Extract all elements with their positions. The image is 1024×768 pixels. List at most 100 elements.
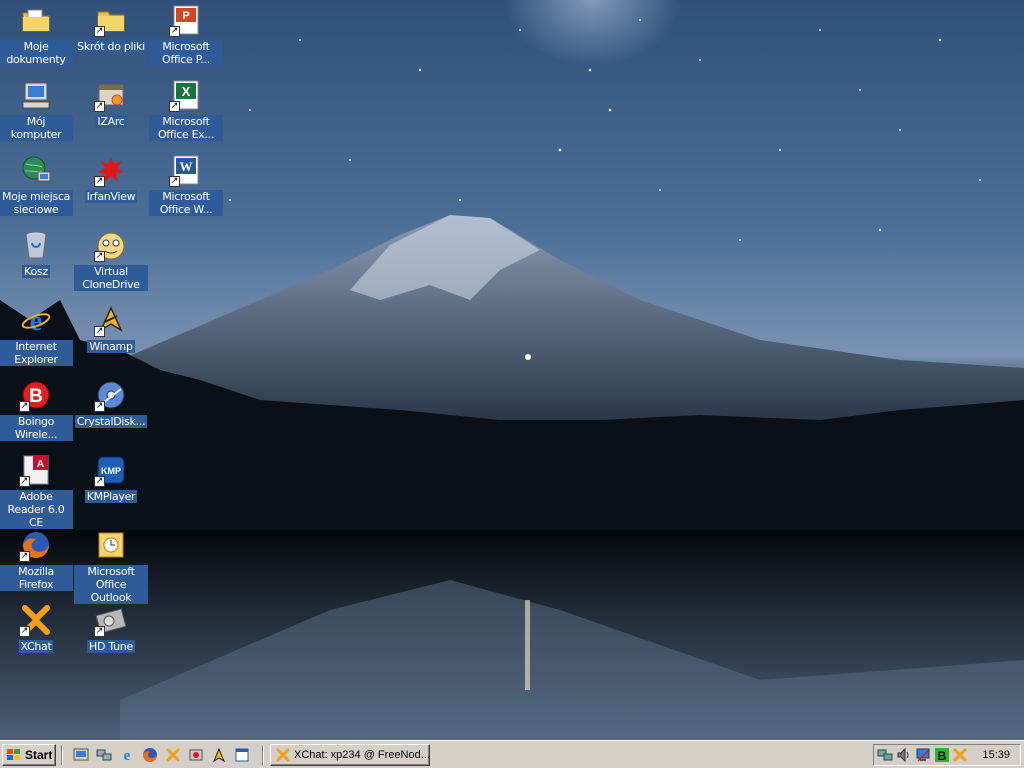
desktop-icon-skrot-do-pliki[interactable]: ↗ Skrót do pliki	[73, 4, 149, 53]
kmplayer-icon: KMP ↗	[94, 454, 127, 487]
shortcut-arrow-icon: ↗	[19, 401, 30, 412]
desktop-icon-label: Skrót do pliki	[75, 40, 147, 53]
desktop-icon-label: Adobe Reader 6.0 CE	[0, 490, 73, 529]
desktop-icon-label: Virtual CloneDrive	[74, 265, 148, 291]
start-label: Start	[25, 748, 53, 762]
quicklaunch-irfanview-icon[interactable]	[187, 747, 205, 763]
powerpoint-icon: P ↗	[169, 4, 202, 37]
boingo-icon: B ↗	[19, 379, 52, 412]
desktop-icon-label: HD Tune	[87, 640, 135, 653]
desktop-icon-label: Kosz	[22, 265, 50, 278]
desktop-icon-izarc[interactable]: ↗ IZArc	[73, 79, 149, 128]
izarc-icon: ↗	[94, 79, 127, 112]
excel-icon: X ↗	[169, 79, 202, 112]
xchat-icon: ↗	[19, 604, 52, 637]
desktop-icon-label: Microsoft Office W...	[149, 190, 223, 216]
start-button[interactable]: Start	[2, 744, 56, 766]
hdtune-icon: ↗	[94, 604, 127, 637]
shortcut-arrow-icon: ↗	[169, 101, 180, 112]
windows-logo-icon	[7, 749, 20, 760]
shortcut-arrow-icon: ↗	[94, 476, 105, 487]
recycle-bin-icon	[20, 229, 52, 261]
shortcut-arrow-icon: ↗	[19, 551, 30, 562]
my-computer-icon	[20, 79, 52, 111]
adobe-reader-icon: A ↗	[19, 454, 52, 487]
quicklaunch-internet-explorer-icon[interactable]: e	[118, 747, 136, 763]
shortcut-arrow-icon: ↗	[19, 476, 30, 487]
desktop-icon-virtual-clonedrive[interactable]: ↗ Virtual CloneDrive	[73, 229, 149, 291]
desktop-icon-winamp[interactable]: ↗ Winamp	[73, 304, 149, 353]
clock[interactable]: 15:39	[982, 749, 1010, 761]
desktop-icon-kosz[interactable]: Kosz	[0, 229, 74, 278]
shortcut-arrow-icon: ↗	[94, 26, 105, 37]
desktop-icon-kmplayer[interactable]: KMP ↗ KMPlayer	[73, 454, 149, 503]
tray-display-icon[interactable]	[915, 747, 931, 763]
svg-text:A: A	[37, 459, 44, 470]
taskbar-button-label: XChat: xp234 @ FreeNod...	[294, 749, 430, 761]
desktop-icon-adobe-reader[interactable]: A ↗ Adobe Reader 6.0 CE	[0, 454, 74, 529]
desktop-icon-moje-miejsca-sieciowe[interactable]: Moje miejsca sieciowe	[0, 154, 74, 216]
desktop-icon-microsoft-office-outlook[interactable]: Microsoft Office Outlook	[73, 529, 149, 604]
shortcut-arrow-icon: ↗	[94, 176, 105, 187]
network-places-icon	[20, 154, 52, 186]
system-tray: B 15:39	[873, 744, 1021, 766]
quicklaunch-firefox-icon[interactable]	[141, 747, 159, 763]
tray-volume-icon[interactable]	[896, 747, 912, 763]
quicklaunch-show-desktop-icon[interactable]	[72, 747, 90, 763]
tray-network-icon[interactable]	[877, 747, 893, 763]
desktop-icon-label: Moje miejsca sieciowe	[0, 190, 73, 216]
irfanview-icon: ↗	[94, 154, 127, 187]
virtual-clonedrive-icon: ↗	[94, 229, 127, 262]
desktop-icon-label: IZArc	[95, 115, 127, 128]
svg-text:X: X	[182, 84, 191, 99]
taskbar-button-xchat[interactable]: XChat: xp234 @ FreeNod...	[270, 744, 430, 766]
svg-text:e: e	[124, 748, 131, 763]
desktop-icon-mozilla-firefox[interactable]: ↗ Mozilla Firefox	[0, 529, 74, 591]
taskbar-separator	[262, 745, 264, 765]
desktop-icon-label: Microsoft Office Outlook	[74, 565, 148, 604]
firefox-icon: ↗	[19, 529, 52, 562]
svg-text:W: W	[180, 159, 193, 174]
desktop-icon-irfanview[interactable]: ↗ IrfanView	[73, 154, 149, 203]
svg-text:P: P	[182, 10, 189, 22]
desktop-icon-internet-explorer[interactable]: e Internet Explorer	[0, 304, 74, 366]
quicklaunch-window-icon[interactable]	[233, 747, 251, 763]
svg-text:B: B	[938, 749, 947, 763]
desktop-icon-moj-komputer[interactable]: Mój komputer	[0, 79, 74, 141]
desktop-icon-microsoft-office-excel[interactable]: X ↗ Microsoft Office Ex...	[148, 79, 224, 141]
shortcut-arrow-icon: ↗	[169, 176, 180, 187]
quicklaunch-network-icon[interactable]	[95, 747, 113, 763]
desktop-icon-crystaldisk[interactable]: ↗ CrystalDisk...	[73, 379, 149, 428]
shortcut-arrow-icon: ↗	[94, 401, 105, 412]
quicklaunch-xchat-icon[interactable]	[164, 747, 182, 763]
tray-xchat-icon[interactable]	[952, 747, 968, 763]
outlook-icon	[95, 529, 127, 561]
desktop-icon-moje-dokumenty[interactable]: Moje dokumenty	[0, 4, 74, 66]
svg-text:B: B	[29, 386, 43, 407]
desktop-icon-label: Microsoft Office Ex...	[149, 115, 223, 141]
tray-boingo-icon[interactable]: B	[934, 747, 950, 763]
quicklaunch-winamp-icon[interactable]	[210, 747, 228, 763]
folder-icon: ↗	[94, 4, 127, 37]
word-icon: W ↗	[169, 154, 202, 187]
desktop-icon-xchat[interactable]: ↗ XChat	[0, 604, 74, 653]
desktop-icon-label: Mozilla Firefox	[0, 565, 73, 591]
desktop-icon-boingo[interactable]: B ↗ Boingo Wirele...	[0, 379, 74, 441]
desktop-icon-label: Microsoft Office P...	[149, 40, 223, 66]
winamp-icon: ↗	[94, 304, 127, 337]
desktop-icon-label: Mój komputer	[0, 115, 73, 141]
desktop-icon-hd-tune[interactable]: ↗ HD Tune	[73, 604, 149, 653]
shortcut-arrow-icon: ↗	[94, 101, 105, 112]
shortcut-arrow-icon: ↗	[94, 626, 105, 637]
desktop-icon-microsoft-office-word[interactable]: W ↗ Microsoft Office W...	[148, 154, 224, 216]
desktop-icon-label: Internet Explorer	[0, 340, 73, 366]
desktop-icon-label: KMPlayer	[84, 490, 138, 503]
desktop-icon-label: Boingo Wirele...	[0, 415, 73, 441]
svg-text:KMP: KMP	[101, 466, 121, 476]
desktop-icon-label: IrfanView	[84, 190, 138, 203]
shortcut-arrow-icon: ↗	[94, 251, 105, 262]
shortcut-arrow-icon: ↗	[94, 326, 105, 337]
desktop-icon-microsoft-office-powerpoint[interactable]: P ↗ Microsoft Office P...	[148, 4, 224, 66]
internet-explorer-icon: e	[20, 304, 52, 336]
desktop-icon-label: XChat	[18, 640, 54, 653]
